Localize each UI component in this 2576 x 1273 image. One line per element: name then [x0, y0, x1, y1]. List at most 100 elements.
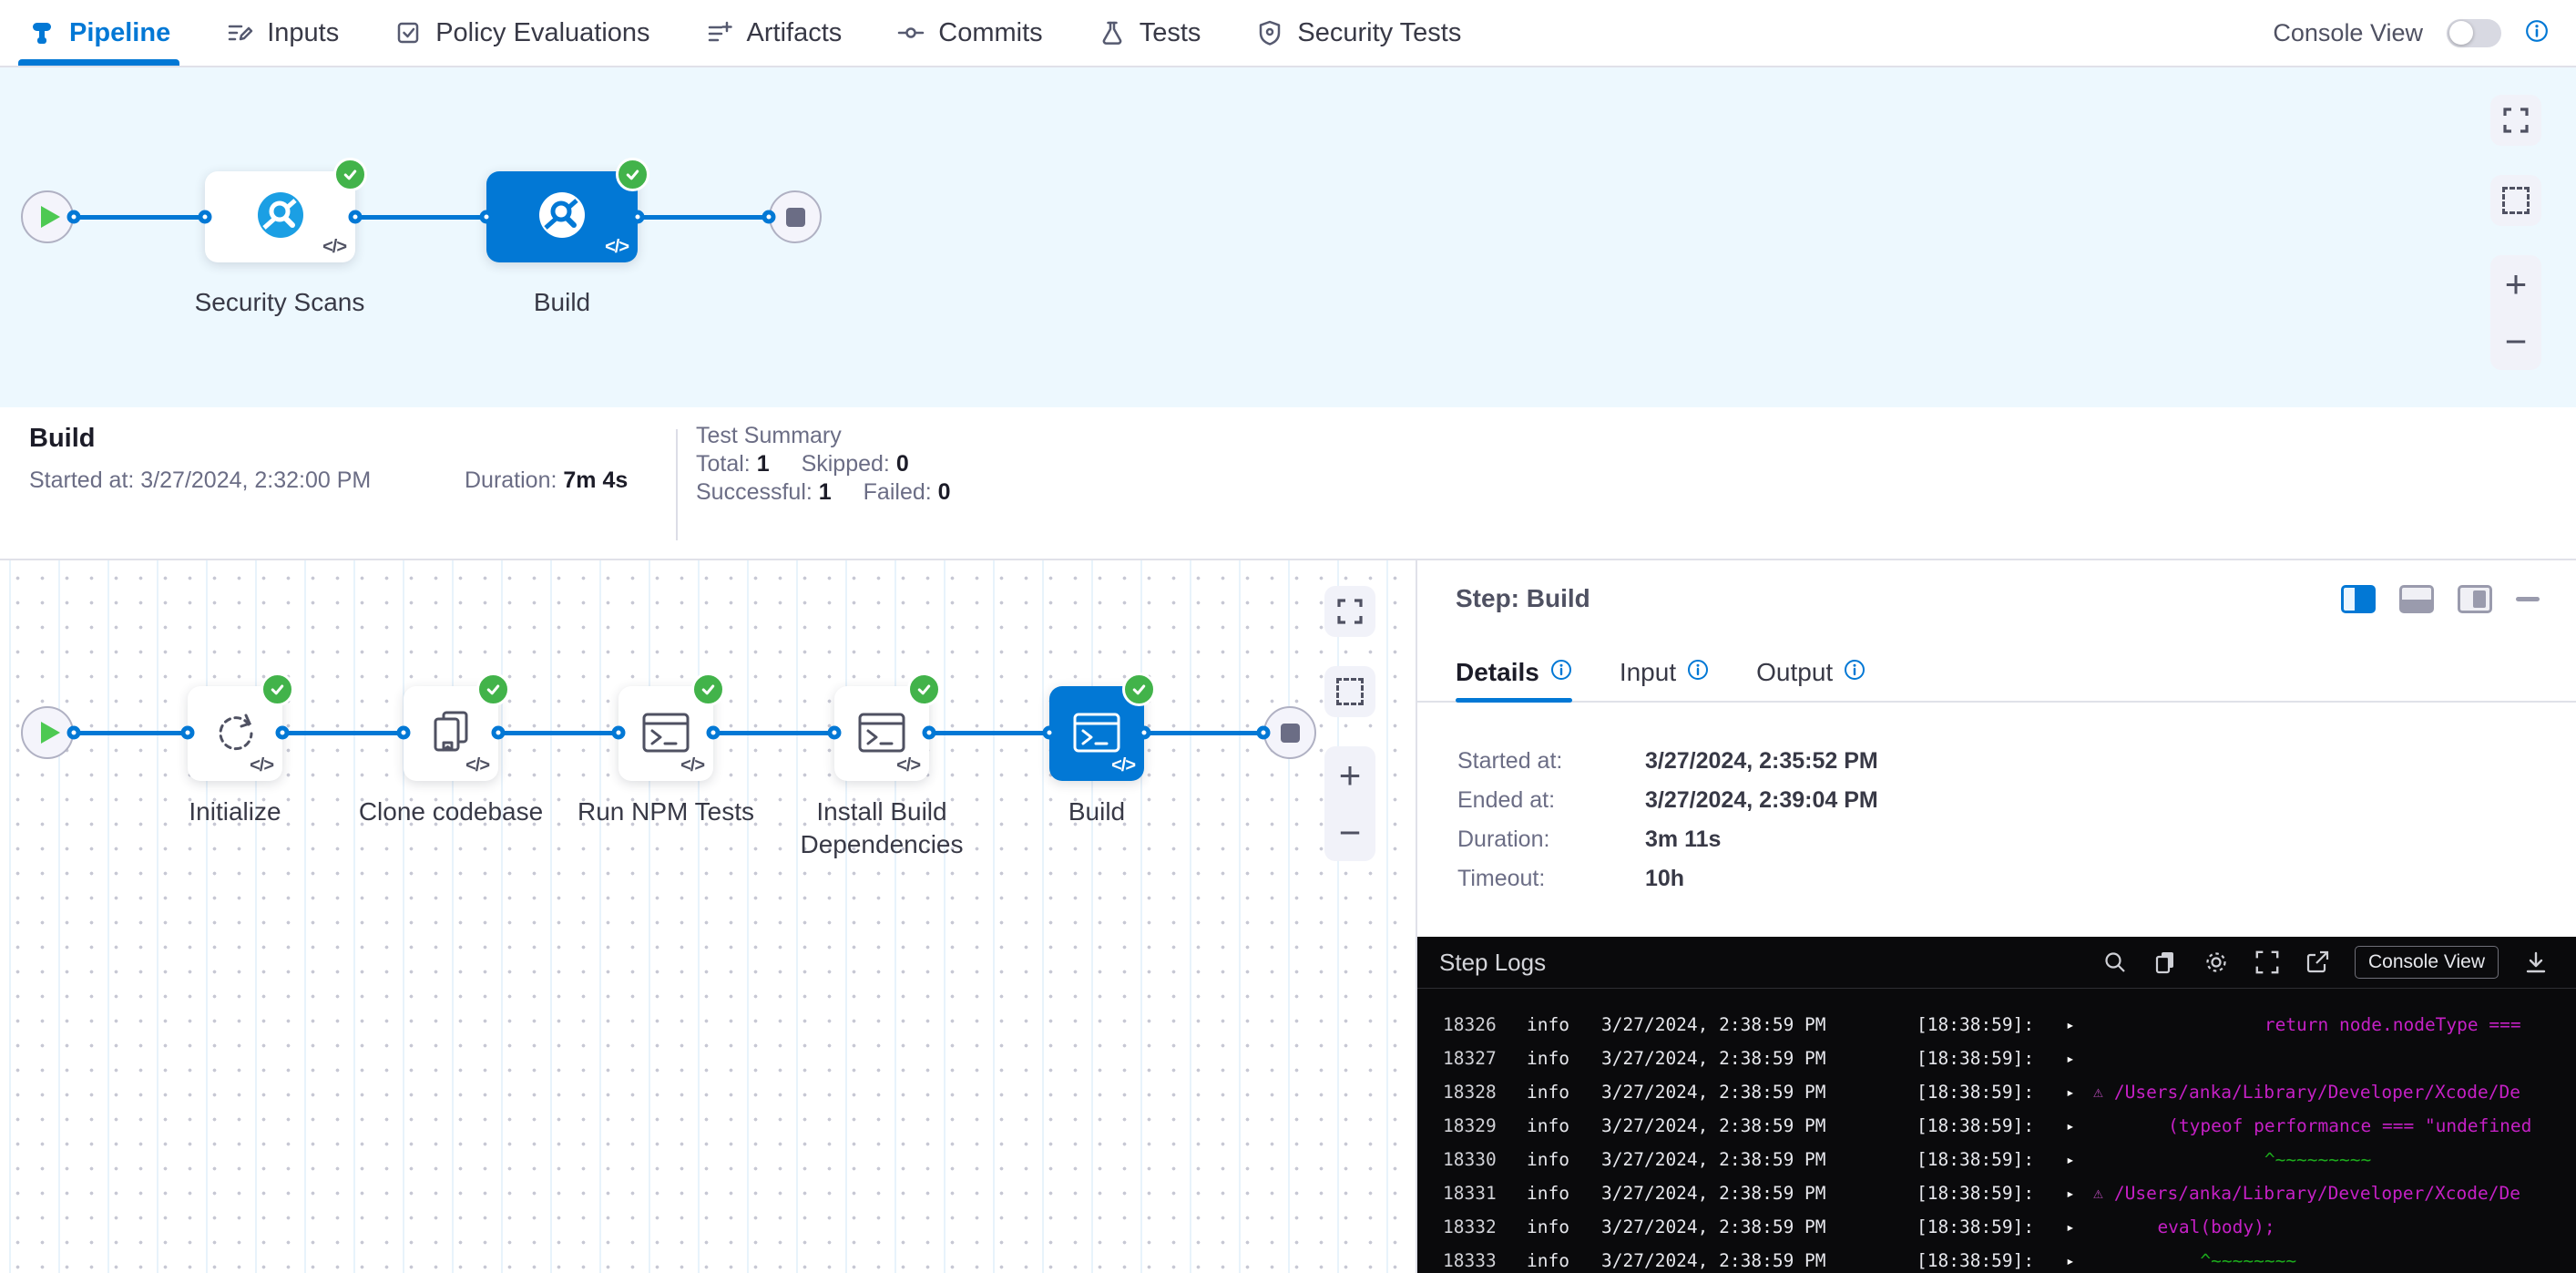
success-icon	[476, 672, 510, 706]
log-lines[interactable]: 18326info3/27/2024, 2:38:59 PM[18:38:59]…	[1417, 989, 2576, 1273]
detail-row: Duration: 3m 11s	[1457, 820, 2576, 859]
info-icon[interactable]	[1550, 658, 1572, 687]
info-icon[interactable]	[1844, 658, 1866, 687]
step-card-initialize[interactable]: </>	[188, 686, 282, 781]
marquee-select-button[interactable]	[1324, 666, 1375, 717]
stage-card-build[interactable]: </>	[486, 171, 638, 262]
pipeline-end-node[interactable]	[769, 190, 822, 243]
log-line: 18326info3/27/2024, 2:38:59 PM[18:38:59]…	[1417, 1008, 2576, 1042]
port	[67, 210, 81, 224]
minimize-panel-button[interactable]	[2516, 597, 2540, 601]
tab-security-tests[interactable]: Security Tests	[1255, 0, 1461, 66]
stage-card-security-scans[interactable]: </>	[205, 171, 355, 262]
log-line: 18329info3/27/2024, 2:38:59 PM[18:38:59]…	[1417, 1109, 2576, 1143]
stage-start-node[interactable]	[21, 706, 74, 759]
test-skipped: Skipped: 0	[802, 451, 909, 477]
code-glyph: </>	[250, 755, 273, 776]
tab-label: Security Tests	[1297, 18, 1461, 48]
log-line-number: 18327	[1443, 1048, 1527, 1069]
tab-inputs[interactable]: Inputs	[225, 0, 339, 66]
stage-graph-canvas[interactable]: </> </> Security Scans Build + −	[0, 67, 2576, 407]
detail-label: Ended at:	[1457, 787, 1645, 814]
log-line: 18330info3/27/2024, 2:38:59 PM[18:38:59]…	[1417, 1143, 2576, 1176]
step-card-clone-codebase[interactable]: </>	[404, 686, 498, 781]
tab-input[interactable]: Input	[1620, 644, 1709, 701]
port	[199, 210, 212, 224]
log-line: 18333info3/27/2024, 2:38:59 PM[18:38:59]…	[1417, 1244, 2576, 1273]
port	[492, 726, 506, 740]
commits-icon	[896, 18, 925, 47]
step-logs-header: Step Logs Console View	[1417, 937, 2576, 989]
zoom-out-button[interactable]: −	[2490, 313, 2541, 370]
stage-label: Build	[434, 286, 690, 319]
marquee-select-button[interactable]	[2490, 175, 2541, 226]
tab-artifacts[interactable]: Artifacts	[705, 0, 843, 66]
detail-label: Timeout:	[1457, 866, 1645, 892]
console-view-button[interactable]: Console View	[2355, 946, 2499, 979]
fullscreen-icon[interactable]	[2254, 950, 2280, 975]
step-card-install-build-dependencies[interactable]: </>	[834, 686, 929, 781]
code-glyph: </>	[605, 237, 629, 258]
zoom-in-button[interactable]: +	[1324, 746, 1375, 804]
copy-icon[interactable]	[2152, 950, 2178, 975]
artifacts-icon	[705, 18, 734, 47]
initialize-icon	[210, 706, 261, 762]
zoom-in-button[interactable]: +	[2490, 255, 2541, 313]
console-view-toggle[interactable]	[2447, 19, 2501, 47]
detail-row: Timeout: 10h	[1457, 859, 2576, 898]
info-icon[interactable]	[2525, 19, 2549, 47]
layout-floating-button[interactable]	[2458, 585, 2492, 613]
fullscreen-button[interactable]	[2490, 95, 2541, 146]
play-icon	[41, 722, 60, 744]
log-line: 18327info3/27/2024, 2:38:59 PM[18:38:59]…	[1417, 1042, 2576, 1075]
info-icon[interactable]	[1687, 658, 1709, 687]
layout-bottom-split-button[interactable]	[2399, 585, 2434, 613]
layout-right-split-button[interactable]	[2341, 585, 2376, 613]
tab-label: Artifacts	[747, 18, 843, 48]
settings-gear-icon[interactable]	[2203, 949, 2230, 976]
step-details-panel: Step: Build Details Input	[1417, 560, 2576, 1273]
stop-icon	[786, 208, 805, 227]
stage-summary-bar: Build Started at: 3/27/2024, 2:32:00 PM …	[0, 407, 2576, 560]
step-panel-title: Step: Build	[1456, 584, 1590, 613]
step-panel-header: Step: Build	[1417, 560, 2576, 613]
open-external-icon[interactable]	[2305, 950, 2330, 975]
step-card-build[interactable]: </>	[1049, 686, 1144, 781]
terminal-icon	[1070, 705, 1123, 763]
tab-pipeline[interactable]: Pipeline	[27, 0, 170, 66]
step-graph-canvas[interactable]: </> </> </> </>	[0, 560, 1417, 1273]
log-line-number: 18326	[1443, 1014, 1527, 1035]
search-icon[interactable]	[2102, 950, 2128, 975]
tab-details[interactable]: Details	[1456, 644, 1572, 701]
pipeline-execution-page: Pipeline Inputs Policy Evaluations Artif…	[0, 0, 2576, 1273]
detail-value: 3/27/2024, 2:39:04 PM	[1645, 787, 1878, 814]
test-total: Total: 1	[696, 451, 770, 477]
zoom-controls: + −	[2490, 255, 2541, 370]
tab-commits[interactable]: Commits	[896, 0, 1042, 66]
edge	[636, 215, 771, 220]
code-glyph: </>	[680, 755, 704, 776]
divider	[676, 429, 678, 540]
pipeline-start-node[interactable]	[21, 190, 74, 243]
warning-icon: ⚠	[2093, 1184, 2103, 1203]
edge	[929, 731, 1049, 735]
tab-output[interactable]: Output	[1756, 644, 1866, 701]
download-icon[interactable]	[2523, 950, 2549, 975]
stage-end-node[interactable]	[1263, 706, 1316, 759]
fullscreen-button[interactable]	[1324, 586, 1375, 637]
log-expand-arrow: ▸	[2066, 1151, 2093, 1168]
zoom-out-button[interactable]: −	[1324, 804, 1375, 861]
tab-label: Pipeline	[69, 18, 170, 48]
step-card-run-npm-tests[interactable]: </>	[618, 686, 713, 781]
tab-tests[interactable]: Tests	[1098, 0, 1201, 66]
port	[1257, 726, 1271, 740]
success-icon	[333, 158, 367, 191]
tab-label: Tests	[1140, 18, 1201, 48]
step-details-list: Started at: 3/27/2024, 2:35:52 PM Ended …	[1457, 742, 2576, 898]
log-line-number: 18330	[1443, 1149, 1527, 1170]
security-scan-icon	[534, 187, 590, 248]
tab-policy-evaluations[interactable]: Policy Evaluations	[394, 0, 649, 66]
detail-value: 10h	[1645, 866, 1684, 892]
play-icon	[41, 206, 60, 228]
tab-label: Inputs	[267, 18, 339, 48]
